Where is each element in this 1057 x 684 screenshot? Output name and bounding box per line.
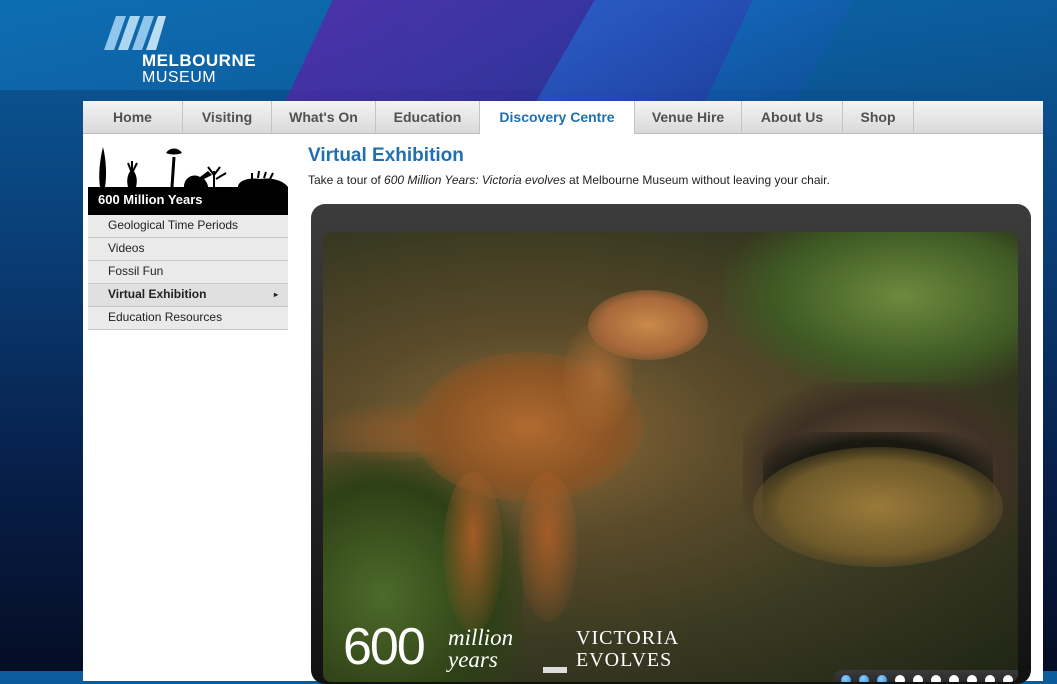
sidebar-item-geological-time-periods[interactable]: Geological Time Periods: [88, 215, 288, 238]
fossil-silhouette-icon: [99, 147, 288, 187]
tab-discovery-centre[interactable]: Discovery Centre: [480, 101, 635, 134]
exhibition-name: 600 Million Years: Victoria evolves: [384, 173, 566, 187]
sidebar-item-fossil-fun[interactable]: Fossil Fun: [88, 261, 288, 284]
dinosaur-leg: [518, 472, 578, 622]
sidebar: 600 Million Years Geological Time Period…: [88, 145, 288, 330]
sidebar-item-virtual-exhibition[interactable]: Virtual Exhibition ▸: [88, 284, 288, 307]
pager-dot[interactable]: [913, 675, 923, 682]
tab-venue-hire[interactable]: Venue Hire: [635, 101, 742, 133]
logo-text: MELBOURNE MUSEUM: [142, 52, 256, 86]
pager-dot[interactable]: [967, 675, 977, 682]
pager-dot[interactable]: [859, 675, 869, 682]
fern-foliage: [723, 232, 1018, 392]
tab-whats-on[interactable]: What's On: [272, 101, 376, 133]
pager-dot[interactable]: [1003, 675, 1013, 682]
pager-dot[interactable]: [931, 675, 941, 682]
brand-evolves: EVOLVES: [576, 649, 673, 671]
museum-m-logo-icon: [104, 16, 166, 50]
logo-line-1: MELBOURNE: [142, 51, 257, 70]
pager-dot[interactable]: [895, 675, 905, 682]
intro-text: Take a tour of 600 Million Years: Victor…: [308, 173, 1028, 187]
dinosaur-head: [588, 290, 708, 360]
exhibition-scene-image[interactable]: 600 million years VICTORIA EVOLVES: [323, 232, 1018, 682]
sidebar-fossil-silhouette: [88, 145, 288, 187]
tab-visiting[interactable]: Visiting: [183, 101, 272, 133]
sidebar-item-label: Virtual Exhibition: [108, 287, 207, 301]
tab-education[interactable]: Education: [376, 101, 480, 133]
slide-pager: [833, 670, 1018, 682]
logo-line-2: MUSEUM: [142, 69, 217, 86]
page-title: Virtual Exhibition: [308, 145, 464, 166]
sidebar-item-label: Fossil Fun: [108, 264, 164, 278]
intro-before: Take a tour of: [308, 173, 385, 187]
virtual-exhibition-viewer[interactable]: 600 million years VICTORIA EVOLVES: [311, 204, 1031, 684]
brand-years: years: [448, 647, 498, 672]
main-content: Virtual Exhibition Take a tour of 600 Mi…: [308, 145, 1028, 187]
sidebar-item-label: Geological Time Periods: [108, 218, 239, 232]
intro-after: at Melbourne Museum without leaving your…: [565, 173, 830, 187]
pager-dot[interactable]: [949, 675, 959, 682]
tab-about-us[interactable]: About Us: [742, 101, 843, 133]
brand-victoria: VICTORIA: [576, 627, 680, 649]
dinosaur-model-2: [753, 447, 1003, 567]
sidebar-item-label: Videos: [108, 241, 145, 255]
melbourne-museum-logo[interactable]: MELBOURNE MUSEUM: [100, 12, 270, 87]
main-nav: Home Visiting What's On Education Discov…: [83, 101, 1043, 134]
pager-dot[interactable]: [877, 675, 887, 682]
brand-600: 600: [343, 618, 426, 676]
sidebar-header[interactable]: 600 Million Years: [88, 187, 288, 215]
brand-divider: [543, 667, 567, 673]
pager-dot[interactable]: [985, 675, 995, 682]
pager-dot[interactable]: [841, 675, 851, 682]
sidebar-item-education-resources[interactable]: Education Resources: [88, 307, 288, 330]
tab-shop[interactable]: Shop: [843, 101, 914, 133]
page-panel: Home Visiting What's On Education Discov…: [83, 101, 1043, 684]
tab-home[interactable]: Home: [83, 101, 183, 133]
sidebar-item-videos[interactable]: Videos: [88, 238, 288, 261]
dinosaur-leg: [443, 472, 503, 632]
sidebar-item-label: Education Resources: [108, 310, 223, 324]
chevron-right-icon: ▸: [273, 290, 278, 299]
